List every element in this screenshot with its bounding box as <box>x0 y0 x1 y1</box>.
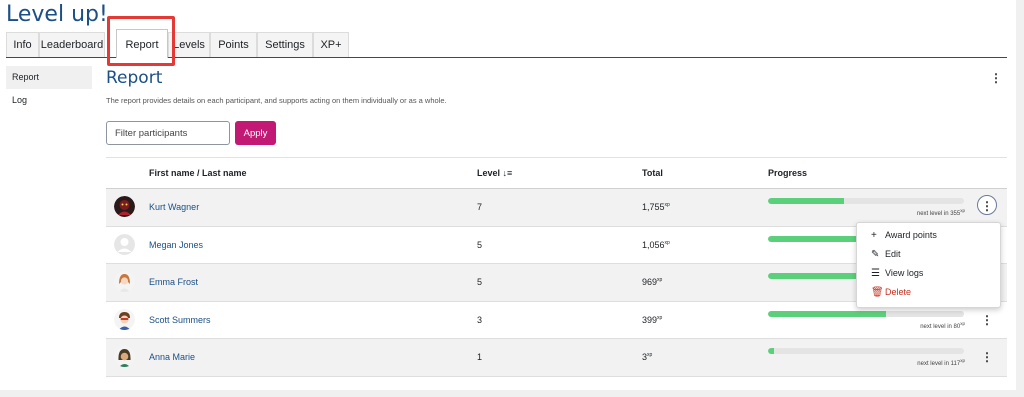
menu-item-label: View logs <box>885 268 924 278</box>
header-level[interactable]: Level ↓≡ <box>477 168 512 178</box>
participant-level: 3 <box>477 314 483 325</box>
menu-item-label: Edit <box>885 249 901 259</box>
xp-unit: xp <box>657 277 663 283</box>
participant-level: 7 <box>477 202 483 212</box>
page: Level up! Info Leaderboard Report Levels… <box>0 0 1016 390</box>
logs-icon: ☰ <box>871 268 880 279</box>
scott-avatar <box>114 308 135 330</box>
row-actions-kebab-icon[interactable]: ⋮ <box>980 313 994 327</box>
participant-name[interactable]: Megan Jones <box>149 240 203 250</box>
trash-icon: 🗑 <box>871 287 884 298</box>
next-level-value: 355 <box>950 211 961 217</box>
next-level-prefix: next level in <box>920 323 952 330</box>
secnav-item-report[interactable]: Report <box>6 66 92 89</box>
next-level-value: 117 <box>950 361 961 367</box>
anna-avatar <box>114 346 135 367</box>
menu-item-label: Award points <box>885 230 937 240</box>
tab-points[interactable]: Points <box>210 32 257 57</box>
xp-unit: xp <box>960 320 965 326</box>
next-level-text: next level in 355xp <box>917 208 965 217</box>
default-avatar <box>114 233 135 255</box>
plus-icon: + <box>871 230 877 241</box>
sort-desc-icon: ↓≡ <box>502 168 513 178</box>
row-actions-kebab-icon[interactable]: ⋮ <box>980 350 994 364</box>
app-title: Level up! <box>6 2 108 27</box>
participant-name[interactable]: Emma Frost <box>149 277 198 287</box>
participant-total: 1,056xp <box>642 240 670 250</box>
page-actions-kebab-icon[interactable]: ⋮ <box>989 71 1003 85</box>
progress-bar-fill <box>768 198 845 204</box>
menu-item-award-points[interactable]: + Award points <box>857 226 1000 245</box>
participant-total: 399xp <box>642 315 662 325</box>
table-row: Anna Marie 1 3xp next level in 117xp ⋮ <box>106 339 1007 377</box>
menu-item-delete[interactable]: 🗑Delete <box>857 283 1000 302</box>
progress-bar-fill <box>768 348 774 354</box>
kurt-avatar <box>114 196 135 217</box>
table-row: Kurt Wagner 7 1,755xp next level in 355x… <box>106 189 1007 227</box>
page-title: Report <box>106 68 163 88</box>
xp-unit: xp <box>960 208 965 213</box>
secnav-item-log[interactable]: Log <box>6 89 92 112</box>
xp-unit: xp <box>960 358 965 363</box>
next-level-prefix: next level in <box>917 361 949 367</box>
tab-info[interactable]: Info <box>6 32 39 57</box>
apply-button[interactable]: Apply <box>235 121 276 145</box>
secondary-nav: Report Log <box>6 66 92 112</box>
next-level-prefix: next level in <box>916 211 949 217</box>
tab-xp-plus[interactable]: XP+ <box>313 32 349 57</box>
header-name[interactable]: First name / Last name <box>149 168 247 178</box>
participant-level: 1 <box>477 352 483 362</box>
total-value: 399 <box>642 314 658 325</box>
xp-unit: xp <box>647 352 653 358</box>
tab-settings[interactable]: Settings <box>257 32 313 57</box>
filter-participants-input[interactable] <box>106 121 230 145</box>
xp-unit: xp <box>664 202 670 208</box>
progress-bar <box>768 310 964 317</box>
page-description: The report provides details on each part… <box>106 96 447 105</box>
header-total[interactable]: Total <box>642 168 663 178</box>
next-level-text: next level in 117xp <box>917 358 965 367</box>
participant-name[interactable]: Kurt Wagner <box>149 202 199 212</box>
participant-name[interactable]: Scott Summers <box>149 315 211 325</box>
row-actions-kebab-icon[interactable]: ⋮ <box>977 195 997 215</box>
participant-total: 969xp <box>642 277 662 287</box>
row-actions-menu: + Award points ✎ Edit ☰ View logs 🗑Delete <box>856 222 1001 308</box>
total-value: 969 <box>642 277 658 287</box>
menu-item-view-logs[interactable]: ☰ View logs <box>857 264 1000 283</box>
emma-avatar <box>114 271 135 292</box>
participant-name[interactable]: Anna Marie <box>149 352 195 362</box>
xp-unit: xp <box>657 314 663 321</box>
pencil-icon: ✎ <box>871 249 880 260</box>
menu-item-label: Delete <box>885 287 912 297</box>
highlight-annotation <box>107 16 175 66</box>
xp-unit: xp <box>664 239 670 246</box>
next-level-text: next level in 80xp <box>920 321 965 330</box>
progress-bar-fill <box>768 273 857 279</box>
total-value: 1,056 <box>642 239 665 250</box>
menu-item-edit[interactable]: ✎ Edit <box>857 245 1000 264</box>
progress-bar-fill <box>768 235 857 242</box>
participant-total: 3xp <box>642 352 652 362</box>
participant-level: 5 <box>477 239 483 250</box>
header-progress: Progress <box>768 168 808 178</box>
participant-level: 5 <box>477 277 483 287</box>
tab-leaderboard[interactable]: Leaderboard <box>39 32 105 57</box>
progress-bar-fill <box>768 310 886 317</box>
participant-total: 1,755xp <box>642 202 670 212</box>
table-header: First name / Last name Level ↓≡ Total Pr… <box>106 157 1007 189</box>
progress-bar <box>768 348 964 354</box>
total-value: 1,755 <box>642 202 665 212</box>
header-level-label: Level <box>477 168 501 178</box>
progress-bar <box>768 198 964 204</box>
